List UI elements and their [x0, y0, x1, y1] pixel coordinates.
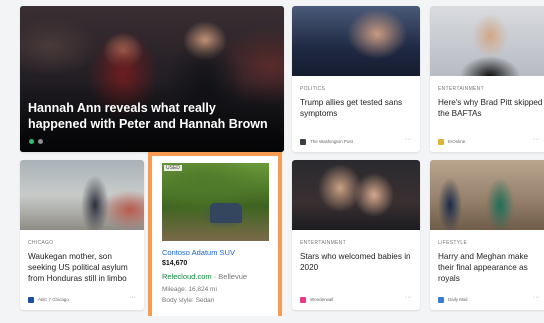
car-icon	[210, 203, 242, 223]
page-bottom-edge	[0, 316, 544, 323]
more-options-icon[interactable]: ···	[405, 136, 412, 143]
hero-title[interactable]: Hannah Ann reveals what really happened …	[28, 100, 268, 132]
news-footer: The Washington Post ···	[300, 136, 412, 146]
hero-card[interactable]: Hannah Ann reveals what really happened …	[20, 6, 284, 152]
source-logo-icon	[438, 297, 444, 303]
news-thumbnail	[20, 160, 144, 230]
news-card[interactable]: LIFESTYLE Harry and Meghan make their fi…	[430, 160, 544, 310]
ad-site-link[interactable]: Relecloud.com	[162, 272, 212, 281]
news-thumbnail	[292, 6, 420, 76]
more-options-icon[interactable]: ···	[533, 294, 540, 301]
news-title[interactable]: Stars who welcomed babies in 2020	[300, 251, 416, 273]
news-source: Daily Mail	[448, 297, 468, 302]
carousel-dots	[29, 139, 43, 144]
news-title[interactable]: Waukegan mother, son seeking US politica…	[28, 251, 140, 284]
news-source: E!Online	[448, 139, 466, 144]
carousel-dot[interactable]	[38, 139, 43, 144]
ad-vehicle-name[interactable]: Contoso Adatum SUV	[162, 248, 235, 257]
news-footer: Wonderwall ···	[300, 294, 412, 304]
news-card[interactable]: CHICAGO Waukegan mother, son seeking US …	[20, 160, 144, 310]
news-source: ABC 7 Chicago	[38, 297, 69, 302]
news-thumbnail	[430, 6, 544, 76]
source-logo-icon	[28, 297, 34, 303]
ad-mileage: Mileage: 16,824 mi	[162, 286, 217, 293]
news-footer: Daily Mail ···	[438, 294, 540, 304]
ad-site-line: Relecloud.com · Bellevue	[162, 272, 247, 281]
news-thumbnail	[430, 160, 544, 230]
news-title[interactable]: Here's why Brad Pitt skipped the BAFTAs	[438, 97, 544, 119]
news-thumbnail	[292, 160, 420, 230]
news-title[interactable]: Trump allies get tested sans symptoms	[300, 97, 416, 119]
news-category: ENTERTAINMENT	[438, 86, 484, 92]
news-category: POLITICS	[300, 86, 326, 92]
news-title[interactable]: Harry and Meghan make their final appear…	[438, 251, 542, 284]
news-footer: ABC 7 Chicago ···	[28, 294, 136, 304]
news-category: LIFESTYLE	[438, 240, 468, 246]
ad-location: · Bellevue	[213, 272, 248, 281]
news-card[interactable]: ENTERTAINMENT Stars who welcomed babies …	[292, 160, 420, 310]
source-logo-icon	[438, 139, 444, 145]
more-options-icon[interactable]: ···	[533, 136, 540, 143]
news-category: ENTERTAINMENT	[300, 240, 346, 246]
news-footer: E!Online ···	[438, 136, 540, 146]
ad-vehicle-image[interactable]: USED	[162, 163, 269, 241]
news-source: Wonderwall	[310, 297, 334, 302]
news-category: CHICAGO	[28, 240, 54, 246]
used-badge: USED	[164, 165, 182, 171]
ad-body-style: Body style: Sedan	[162, 297, 215, 304]
carousel-dot-active[interactable]	[29, 139, 34, 144]
news-source: The Washington Post	[310, 139, 353, 144]
more-options-icon[interactable]: ···	[129, 294, 136, 301]
source-logo-icon	[300, 297, 306, 303]
sponsored-ad-card[interactable]: USED Contoso Adatum SUV $14,670 Releclou…	[148, 152, 282, 320]
more-options-icon[interactable]: ···	[405, 294, 412, 301]
news-card[interactable]: ENTERTAINMENT Here's why Brad Pitt skipp…	[430, 6, 544, 152]
source-logo-icon	[300, 139, 306, 145]
news-card[interactable]: POLITICS Trump allies get tested sans sy…	[292, 6, 420, 152]
ad-price: $14,670	[162, 260, 188, 267]
